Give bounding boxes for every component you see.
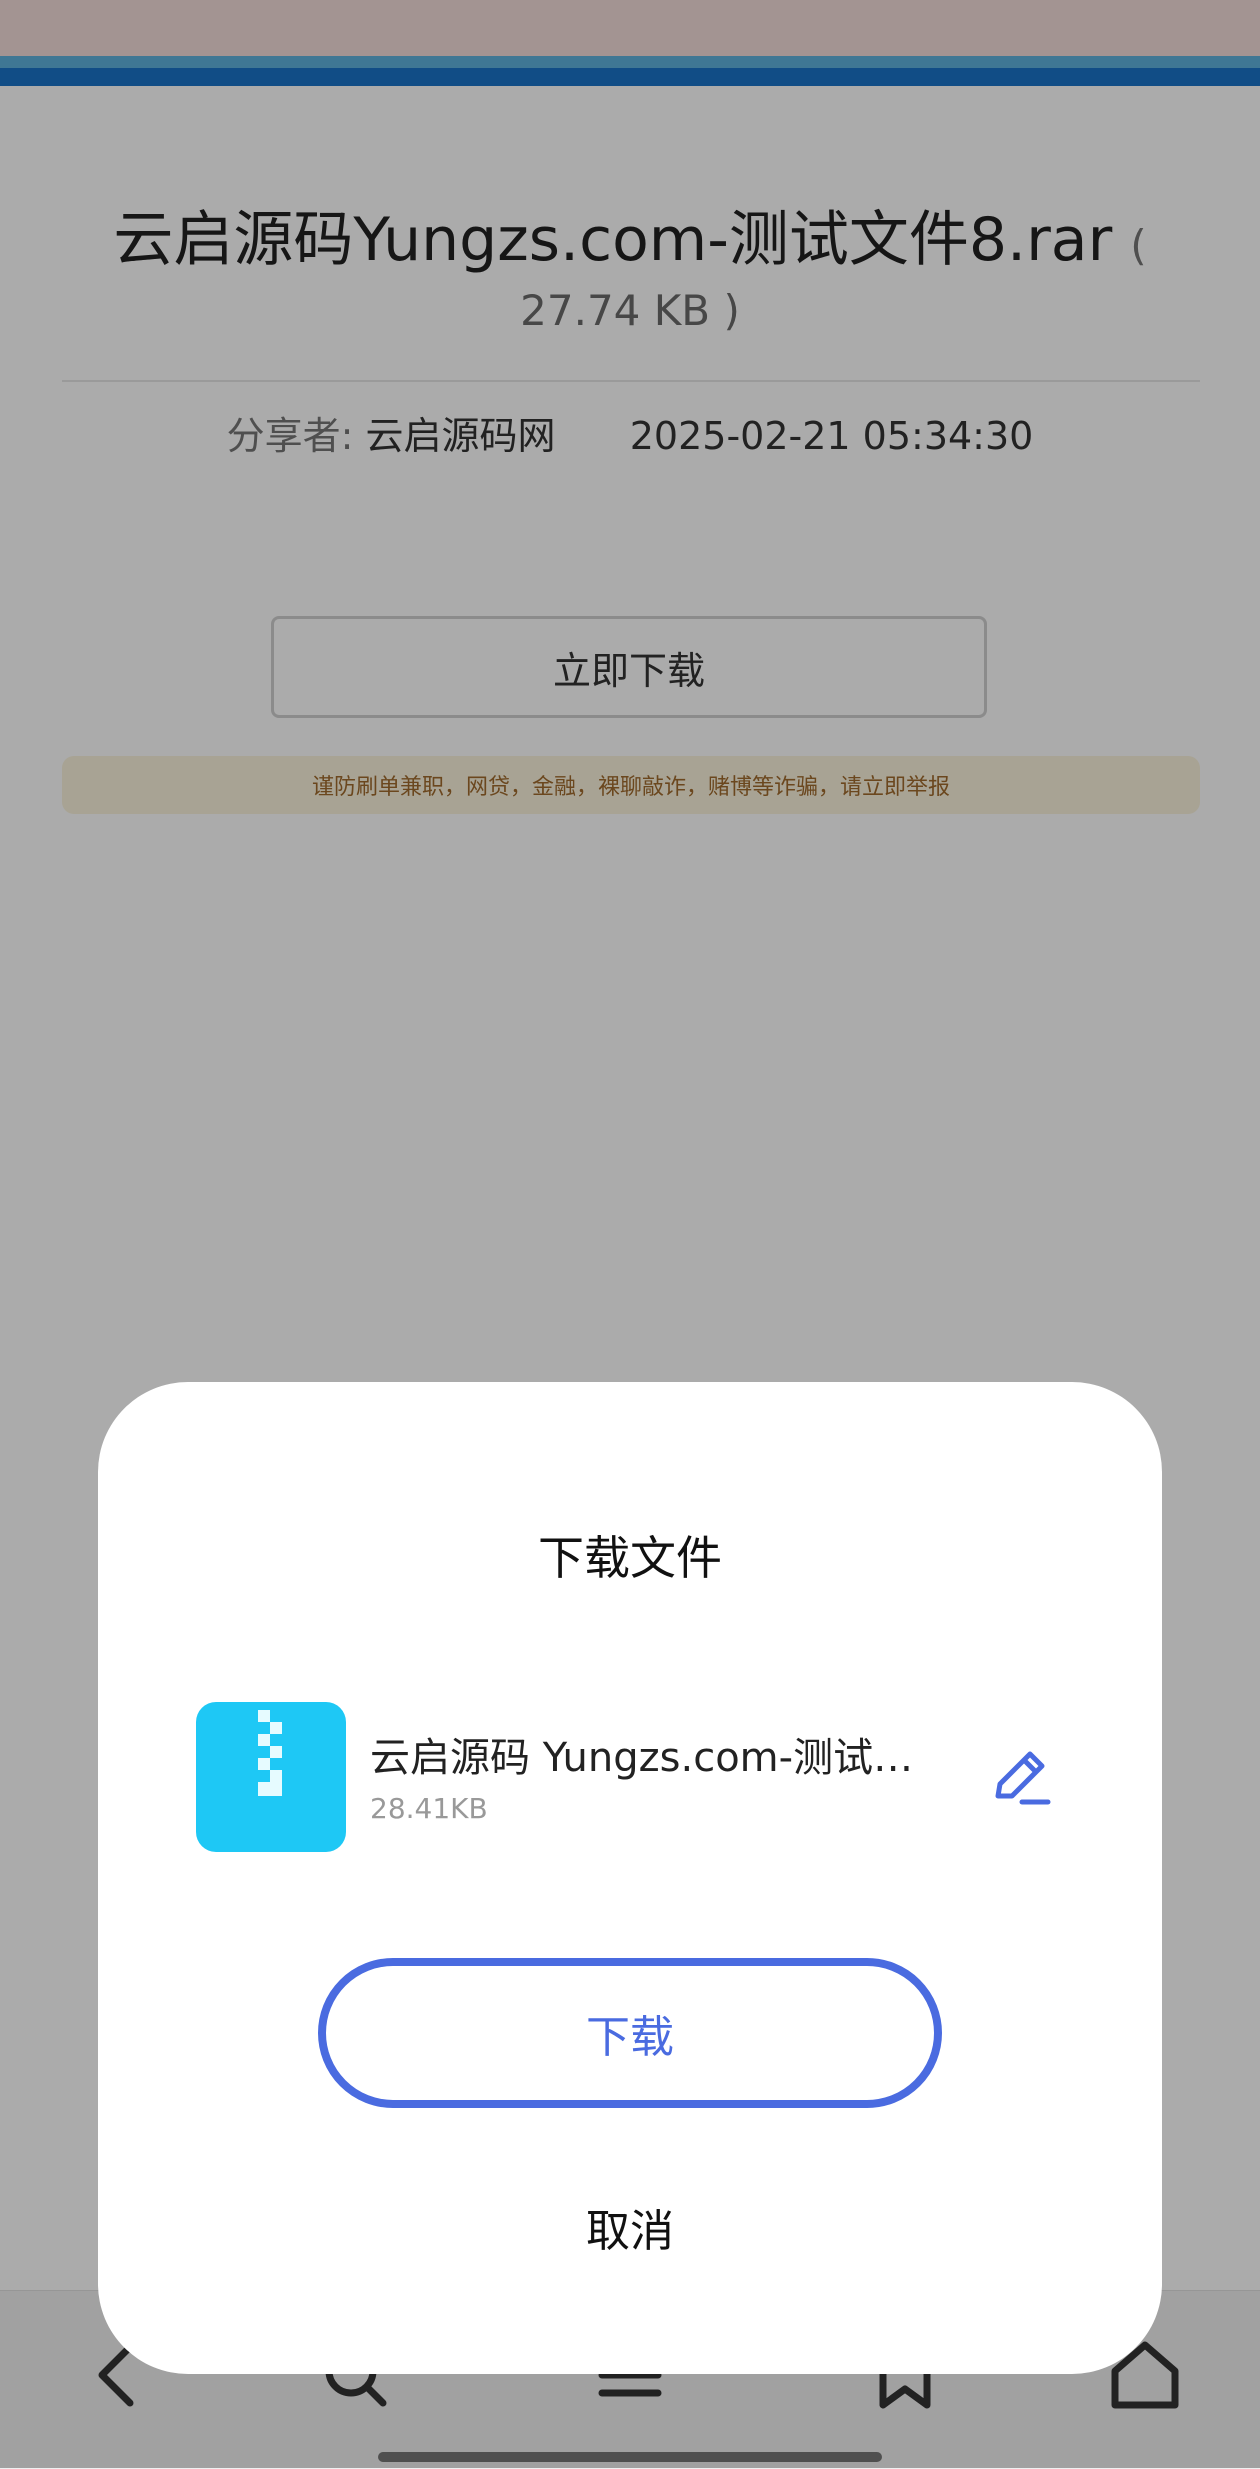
download-file-name: 云启源码 Yungzs.com-测试… bbox=[370, 1735, 914, 1781]
download-button[interactable]: 下载 bbox=[318, 1958, 942, 2108]
download-file-size: 28.41KB bbox=[370, 1792, 488, 1825]
dialog-title: 下载文件 bbox=[538, 1531, 722, 1585]
zip-archive-icon bbox=[196, 1702, 346, 1852]
download-dialog: 下载文件 云启源码 Yungzs.com-测试… 28.41KB 下载 取消 bbox=[98, 1382, 1162, 2374]
cancel-button[interactable]: 取消 bbox=[480, 2182, 780, 2272]
pencil-icon[interactable] bbox=[988, 1744, 1054, 1810]
